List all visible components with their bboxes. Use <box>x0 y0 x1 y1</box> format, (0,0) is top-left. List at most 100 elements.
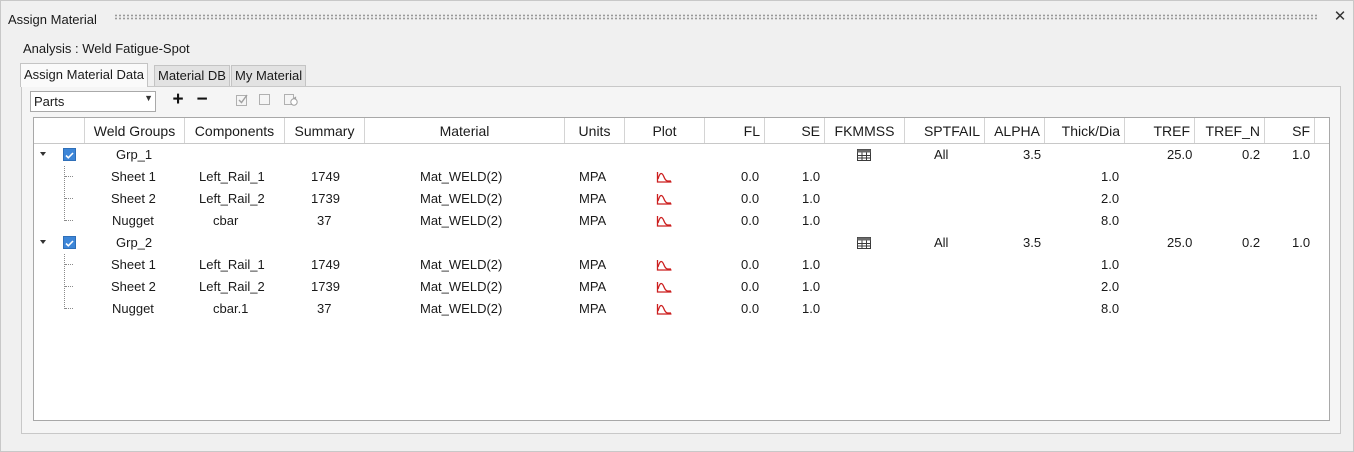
table-row[interactable]: Sheet 2 Left_Rail_2 1739 Mat_WELD(2) MPA… <box>34 188 1329 210</box>
header-fl[interactable]: FL <box>705 118 765 143</box>
collapse-arrow-icon[interactable] <box>40 152 46 156</box>
header-thick-dia[interactable]: Thick/Dia <box>1045 118 1125 143</box>
header-se[interactable]: SE <box>765 118 825 143</box>
units-cell: MPA <box>579 279 607 294</box>
header-tref-n[interactable]: TREF_N <box>1195 118 1265 143</box>
header-tref[interactable]: TREF <box>1125 118 1195 143</box>
header-sptfail[interactable]: SPTFAIL <box>905 118 985 143</box>
tab-assign-material-data[interactable]: Assign Material Data <box>20 63 148 87</box>
selection-type-dropdown[interactable]: Parts ▼ <box>30 91 156 112</box>
material-cell[interactable]: Mat_WELD(2) <box>420 276 502 298</box>
fl-cell: 0.0 <box>741 169 760 184</box>
alpha-value: 3.5 <box>1023 235 1042 250</box>
fl-cell: 0.0 <box>741 191 760 206</box>
add-button[interactable]: + <box>170 90 186 109</box>
check-icon <box>65 240 74 247</box>
component-cell: cbar.1 <box>213 301 249 316</box>
header-plot[interactable]: Plot <box>625 118 705 143</box>
weld-group-cell: Sheet 2 <box>111 191 156 206</box>
component-cell: Left_Rail_2 <box>199 279 265 294</box>
material-cell[interactable]: Mat_WELD(2) <box>420 166 502 188</box>
group-checkbox[interactable] <box>63 148 76 161</box>
summary-cell: 1739 <box>311 191 340 206</box>
group-row[interactable]: Grp_2 All 3.5 25.0 0.2 1.0 <box>34 232 1329 254</box>
fl-cell: 0.0 <box>741 213 760 228</box>
thick-dia-cell: 1.0 <box>1101 169 1120 184</box>
header-fkmmss[interactable]: FKMMSS <box>825 118 905 143</box>
check-all-icon[interactable] <box>234 93 250 111</box>
group-row[interactable]: Grp_1 All 3.5 25.0 0.2 1.0 <box>34 144 1329 166</box>
summary-cell: 1749 <box>311 257 340 272</box>
check-icon <box>65 152 74 159</box>
header-expand <box>34 118 85 143</box>
units-cell: MPA <box>579 257 607 272</box>
header-sf[interactable]: SF <box>1265 118 1315 143</box>
summary-cell: 37 <box>317 213 332 228</box>
se-cell: 1.0 <box>802 279 821 294</box>
table-icon[interactable] <box>856 236 872 250</box>
sptfail-value: All <box>934 235 949 250</box>
table-header: Weld Groups Components Summary Material … <box>34 118 1329 144</box>
remove-button[interactable]: − <box>194 90 210 109</box>
plot-curve-icon[interactable] <box>656 215 672 227</box>
drag-handle[interactable] <box>114 14 1319 20</box>
units-cell: MPA <box>579 191 607 206</box>
summary-cell: 1739 <box>311 279 340 294</box>
component-cell: Left_Rail_1 <box>199 169 265 184</box>
tab-my-material[interactable]: My Material <box>231 65 307 86</box>
title-bar[interactable]: Assign Material ✕ <box>1 1 1353 35</box>
material-cell[interactable]: Mat_WELD(2) <box>420 298 502 320</box>
tref-value: 25.0 <box>1167 147 1193 162</box>
fl-cell: 0.0 <box>741 279 760 294</box>
thick-dia-cell: 1.0 <box>1101 257 1120 272</box>
material-cell[interactable]: Mat_WELD(2) <box>420 210 502 232</box>
material-cell[interactable]: Mat_WELD(2) <box>420 254 502 276</box>
table-row[interactable]: Sheet 1 Left_Rail_1 1749 Mat_WELD(2) MPA… <box>34 254 1329 276</box>
tref-n-value: 0.2 <box>1242 147 1261 162</box>
collapse-arrow-icon[interactable] <box>40 240 46 244</box>
table-row[interactable]: Sheet 1 Left_Rail_1 1749 Mat_WELD(2) MPA… <box>34 166 1329 188</box>
group-checkbox[interactable] <box>63 236 76 249</box>
sf-value: 1.0 <box>1292 147 1311 162</box>
units-cell: MPA <box>579 301 607 316</box>
table-row[interactable]: Nugget cbar.1 37 Mat_WELD(2) MPA 0.0 1.0… <box>34 298 1329 320</box>
header-summary[interactable]: Summary <box>285 118 365 143</box>
analysis-label: Analysis : Weld Fatigue-Spot <box>23 41 190 56</box>
se-cell: 1.0 <box>802 191 821 206</box>
plot-curve-icon[interactable] <box>656 259 672 271</box>
tref-value: 25.0 <box>1167 235 1193 250</box>
table-icon[interactable] <box>856 148 872 162</box>
fl-cell: 0.0 <box>741 301 760 316</box>
summary-cell: 1749 <box>311 169 340 184</box>
weld-group-cell: Nugget <box>112 213 154 228</box>
alpha-value: 3.5 <box>1023 147 1042 162</box>
group-name: Grp_2 <box>116 235 153 250</box>
header-alpha[interactable]: ALPHA <box>985 118 1045 143</box>
header-components[interactable]: Components <box>185 118 285 143</box>
sptfail-value: All <box>934 147 949 162</box>
header-material[interactable]: Material <box>365 118 565 143</box>
component-cell: Left_Rail_1 <box>199 257 265 272</box>
plot-curve-icon[interactable] <box>656 281 672 293</box>
weld-group-cell: Sheet 2 <box>111 279 156 294</box>
table-row[interactable]: Nugget cbar 37 Mat_WELD(2) MPA 0.0 1.0 8… <box>34 210 1329 232</box>
sf-value: 1.0 <box>1292 235 1311 250</box>
material-cell[interactable]: Mat_WELD(2) <box>420 188 502 210</box>
thick-dia-cell: 2.0 <box>1101 191 1120 206</box>
tab-material-db[interactable]: Material DB <box>154 65 230 86</box>
close-icon[interactable]: ✕ <box>1332 9 1348 25</box>
plot-curve-icon[interactable] <box>656 193 672 205</box>
window-title: Assign Material <box>8 12 97 27</box>
header-units[interactable]: Units <box>565 118 625 143</box>
header-weld-groups[interactable]: Weld Groups <box>85 118 185 143</box>
plot-curve-icon[interactable] <box>656 171 672 183</box>
units-cell: MPA <box>579 169 607 184</box>
table-row[interactable]: Sheet 2 Left_Rail_2 1739 Mat_WELD(2) MPA… <box>34 276 1329 298</box>
fl-cell: 0.0 <box>741 257 760 272</box>
uncheck-all-icon[interactable] <box>257 93 273 111</box>
component-cell: cbar <box>213 213 239 228</box>
se-cell: 1.0 <box>802 213 821 228</box>
plot-curve-icon[interactable] <box>656 303 672 315</box>
thick-dia-cell: 2.0 <box>1101 279 1120 294</box>
refresh-icon[interactable] <box>283 93 299 111</box>
